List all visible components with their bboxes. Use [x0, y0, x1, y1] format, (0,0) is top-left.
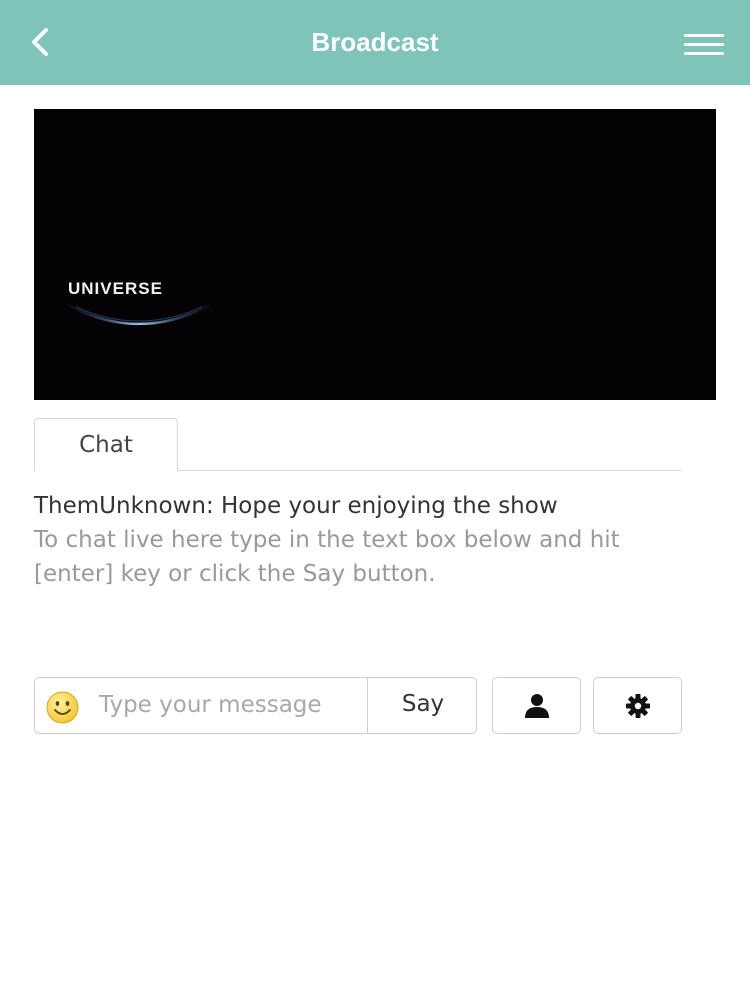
chat-message: ThemUnknown: Hope your enjoying the show — [34, 493, 558, 519]
hamburger-menu-icon — [684, 34, 724, 37]
say-button[interactable]: Say — [367, 677, 478, 734]
smiley-icon[interactable] — [46, 691, 79, 724]
menu-button[interactable] — [682, 30, 726, 60]
user-icon — [525, 694, 549, 718]
message-composer: Say — [34, 677, 477, 734]
page-title: Broadcast — [311, 27, 439, 57]
gear-icon — [626, 694, 650, 718]
chat-messages: ThemUnknown: Hope your enjoying the show… — [34, 489, 684, 591]
tab-chat[interactable]: Chat — [34, 418, 178, 471]
chat-hint: To chat live here type in the text box b… — [34, 527, 620, 587]
video-player[interactable]: UNIVERSE — [34, 109, 716, 400]
universe-logo: UNIVERSE — [64, 279, 214, 325]
back-button[interactable] — [22, 22, 62, 62]
user-button[interactable] — [492, 677, 581, 734]
app-header: Broadcast — [0, 0, 750, 85]
message-input[interactable] — [99, 686, 365, 724]
logo-text: UNIVERSE — [68, 279, 163, 298]
chevron-left-icon — [32, 28, 48, 56]
settings-button[interactable] — [593, 677, 682, 734]
